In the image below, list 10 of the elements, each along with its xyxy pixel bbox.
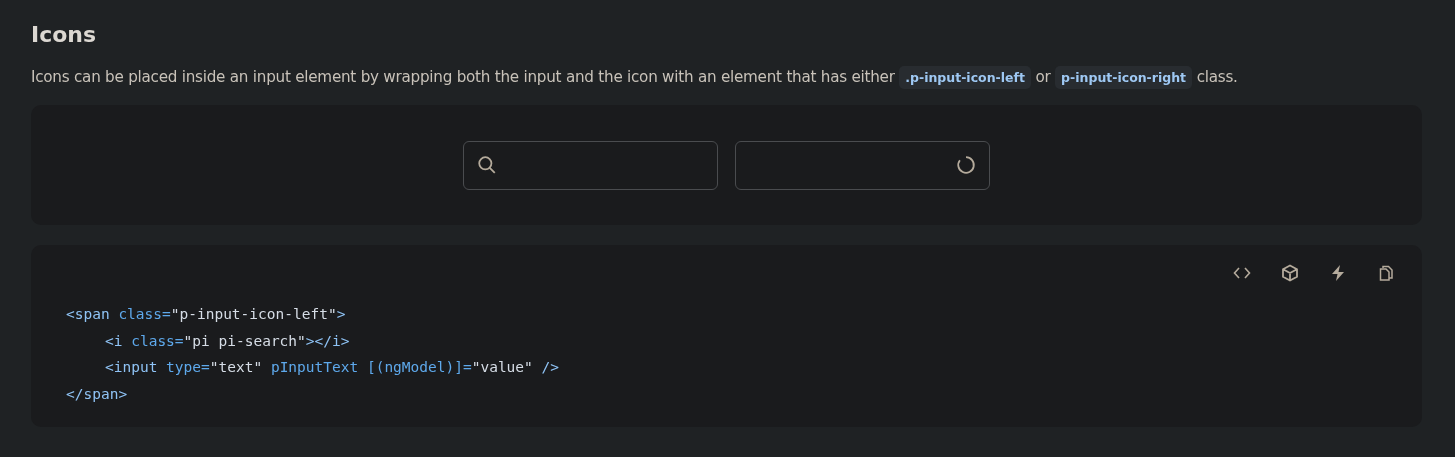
input-field[interactable] [463,140,718,190]
search-icon [477,155,497,175]
code-line: <i class="pi pi-search"></i> [104,331,351,351]
spinner-icon [956,155,976,175]
code-line: <input type="text" pInputText [(ngModel)]="value" /> [104,358,560,377]
section-title: Icons [31,21,98,49]
description-text: Icons can be placed inside an input element by wrapping both the input and the icon with an element that has either .p-input-icon-left or p-input-icon-right class. [31,63,1422,92]
code-line: </span> [66,384,129,404]
input-field[interactable] [735,140,990,190]
code-line: <span class="p-input-icon-left"> [66,305,347,324]
